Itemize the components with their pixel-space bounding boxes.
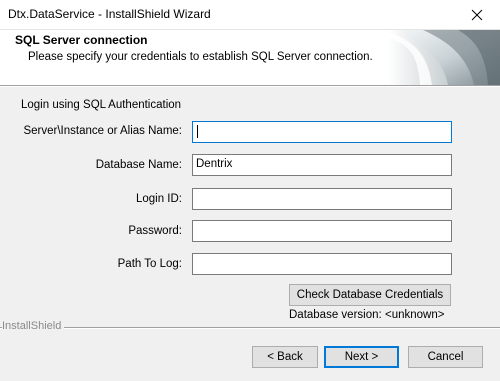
text-caret xyxy=(197,125,198,138)
server-label: Server\Instance or Alias Name: xyxy=(23,125,182,137)
password-label: Password: xyxy=(128,225,182,237)
login-label: Login ID: xyxy=(135,193,182,205)
window-title: Dtx.DataService - InstallShield Wizard xyxy=(8,7,211,21)
auth-group-label: Login using SQL Authentication xyxy=(21,99,182,111)
footer-separator xyxy=(0,327,500,329)
close-button[interactable] xyxy=(454,0,500,30)
database-input[interactable]: Dentrix xyxy=(192,154,452,176)
page-title: SQL Server connection xyxy=(15,33,148,47)
next-button[interactable]: Next > xyxy=(324,346,399,368)
banner-graphic xyxy=(388,30,500,85)
installshield-brand: InstallShield xyxy=(2,320,65,332)
back-button[interactable]: < Back xyxy=(252,346,318,368)
db-version-value: <unknown> xyxy=(385,309,445,321)
cancel-button[interactable]: Cancel xyxy=(408,346,483,368)
check-credentials-button[interactable]: Check Database Credentials xyxy=(289,284,451,306)
db-version-label: Database version: xyxy=(289,309,382,321)
path-label: Path To Log: xyxy=(117,258,182,270)
password-input[interactable] xyxy=(192,220,452,242)
database-label: Database Name: xyxy=(95,159,182,171)
page-subtitle: Please specify your credentials to estab… xyxy=(28,51,373,63)
close-icon xyxy=(471,9,483,21)
title-bar: Dtx.DataService - InstallShield Wizard xyxy=(0,0,500,30)
path-input[interactable] xyxy=(192,253,452,275)
login-input[interactable] xyxy=(192,188,452,210)
header-banner: SQL Server connection Please specify you… xyxy=(0,30,500,85)
server-input[interactable] xyxy=(192,121,452,143)
database-value: Dentrix xyxy=(196,158,233,170)
dialog-content: Login using SQL Authentication Server\In… xyxy=(0,87,500,381)
